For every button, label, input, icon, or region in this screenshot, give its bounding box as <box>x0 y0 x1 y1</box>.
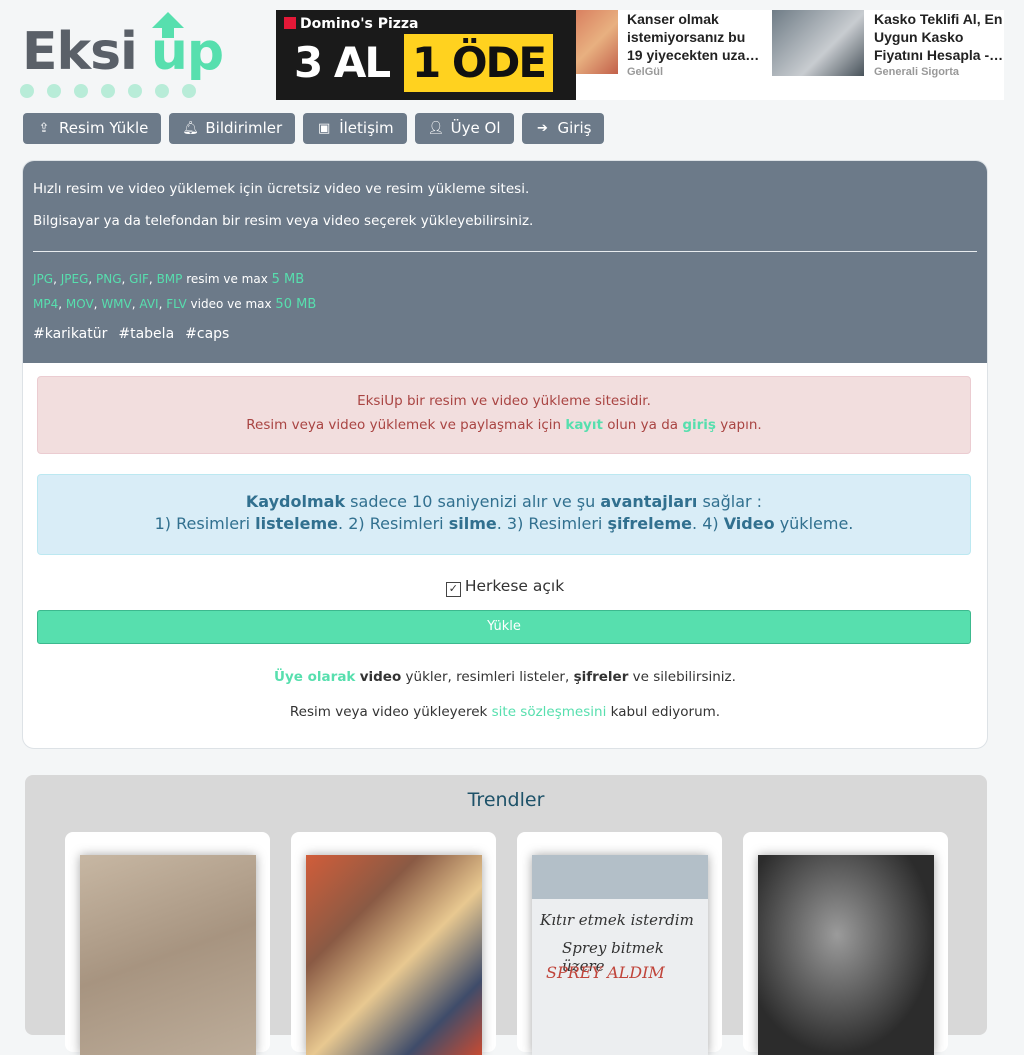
graffiti-text: Kıtır etmek isterdim <box>540 911 694 929</box>
trend-image-graffiti[interactable]: Kıtır etmek isterdim Sprey bitmek üzere … <box>532 855 708 1055</box>
trend-card[interactable]: Kıtır etmek isterdim Sprey bitmek üzere … <box>517 832 722 1055</box>
ad-banner[interactable]: Domino's Pizza 3 AL 1 ÖDE Kanser olmak i… <box>276 10 1004 100</box>
alert-line-2: Resim veya video yüklemek ve paylaşmak i… <box>246 417 762 433</box>
site-logo[interactable]: Eksi up <box>20 12 230 102</box>
logo-text: Eksi up <box>22 26 224 78</box>
upload-button[interactable]: Yükle <box>37 610 971 644</box>
member-link[interactable]: Üye olarak <box>274 669 355 685</box>
tag-link[interactable]: #karikatür <box>33 326 107 342</box>
nav-notifications-button[interactable]: 🔔︎ Bildirimler <box>169 113 296 144</box>
pizza-brand: Domino's Pizza <box>300 16 419 32</box>
pizza-deal-part2: 1 ÖDE <box>404 34 554 92</box>
register-link[interactable]: kayıt <box>565 417 603 433</box>
panel-header: Hızlı resim ve video yüklemek için ücret… <box>23 161 987 363</box>
logo-eksi: Eksi <box>22 22 138 82</box>
ad-item-1-source: GelGül <box>627 66 664 78</box>
nav-contact-button[interactable]: ▣ İletişim <box>303 113 407 144</box>
ad-item-2[interactable]: Kasko Teklifi Al, En Uygun Kasko Fiyatın… <box>874 10 1004 100</box>
nav-upload-button[interactable]: ⇪ Resim Yükle <box>23 113 162 144</box>
trend-card[interactable] <box>65 832 270 1055</box>
trend-image-portrait[interactable] <box>758 855 934 1055</box>
nav-label: Üye Ol <box>450 119 501 137</box>
video-formats: MP4, MOV, WMV, AVI, FLV video ve max 50 … <box>33 297 317 312</box>
image-formats: JPG, JPEG, PNG, GIF, BMP resim ve max 5 … <box>33 272 305 287</box>
benefits-alert: Kaydolmak sadece 10 saniyenizi alır ve ş… <box>37 474 971 555</box>
pizza-ad[interactable]: Domino's Pizza 3 AL 1 ÖDE <box>276 10 576 100</box>
nav-login-button[interactable]: ➔ Giriş <box>521 113 605 144</box>
divider <box>33 251 977 252</box>
public-checkbox[interactable]: ✓ <box>445 582 461 597</box>
ad-item-1[interactable]: Kanser olmak istemiyorsanız bu 19 yiyece… <box>627 10 762 100</box>
nav-label: Giriş <box>557 119 592 137</box>
dominos-logo-icon <box>284 17 296 29</box>
trends-title: Trendler <box>467 789 545 811</box>
logo-up: up <box>150 22 224 82</box>
user-plus-icon: 👤︎ <box>427 121 445 136</box>
pizza-deal-part1: 3 AL <box>294 38 391 87</box>
ad-image-food[interactable] <box>576 10 618 74</box>
upload-icon: ⇪ <box>38 121 50 136</box>
ad-item-1-title[interactable]: Kanser olmak istemiyorsanız bu 19 yiyece… <box>627 10 762 64</box>
trend-card[interactable] <box>291 832 496 1055</box>
ad-item-2-title[interactable]: Kasko Teklifi Al, En Uygun Kasko Fiyatın… <box>874 10 1004 64</box>
trend-image-crowd[interactable] <box>306 855 482 1055</box>
tag-link[interactable]: #tabela <box>118 326 174 342</box>
sign-in-icon: ➔ <box>537 121 548 136</box>
bell-icon: 🔔︎ <box>182 121 199 136</box>
main-nav: ⇪ Resim Yükle 🔔︎ Bildirimler ▣ İletişim … <box>23 113 605 144</box>
ad-image-car[interactable] <box>772 10 864 76</box>
intro-line-2: Bilgisayar ya da telefondan bir resim ve… <box>33 213 534 229</box>
ad-item-2-source: Generali Sigorta <box>874 66 959 78</box>
trend-image-feet[interactable] <box>80 855 256 1055</box>
public-checkbox-label[interactable]: Herkese açık <box>465 577 564 595</box>
intro-line-1: Hızlı resim ve video yüklemek için ücret… <box>33 181 530 197</box>
public-checkbox-row[interactable]: ✓ Herkese açık <box>23 577 987 597</box>
terms-link[interactable]: site sözleşmesini <box>492 704 607 720</box>
login-link[interactable]: giriş <box>682 417 716 433</box>
upload-panel: Hızlı resim ve video yüklemek için ücret… <box>22 160 988 749</box>
contact-icon: ▣ <box>318 121 331 136</box>
benefits-line-1: Kaydolmak sadece 10 saniyenizi alır ve ş… <box>245 492 763 511</box>
nav-register-button[interactable]: 👤︎ Üye Ol <box>414 113 514 144</box>
trend-card[interactable] <box>743 832 948 1055</box>
member-info: Üye olarak video yükler, resimleri liste… <box>274 669 736 685</box>
logo-dots <box>20 84 196 98</box>
agreement-text: Resim veya video yükleyerek site sözleşm… <box>289 704 721 720</box>
nav-label: Resim Yükle <box>59 119 149 137</box>
tag-list: #karikatür #tabela #caps <box>33 326 229 342</box>
benefits-line-2: 1) Resimleri listeleme. 2) Resimleri sil… <box>154 514 854 533</box>
nav-label: İletişim <box>339 119 394 137</box>
alert-line-1: EksiUp bir resim ve video yükleme sitesi… <box>357 393 651 409</box>
register-alert: EksiUp bir resim ve video yükleme sitesi… <box>37 376 971 454</box>
trends-section: Trendler Kıtır etmek isterdim Sprey bitm… <box>25 775 987 1055</box>
tag-link[interactable]: #caps <box>185 326 229 342</box>
graffiti-text: SPREY ALDIM <box>546 963 665 982</box>
nav-label: Bildirimler <box>205 119 283 137</box>
